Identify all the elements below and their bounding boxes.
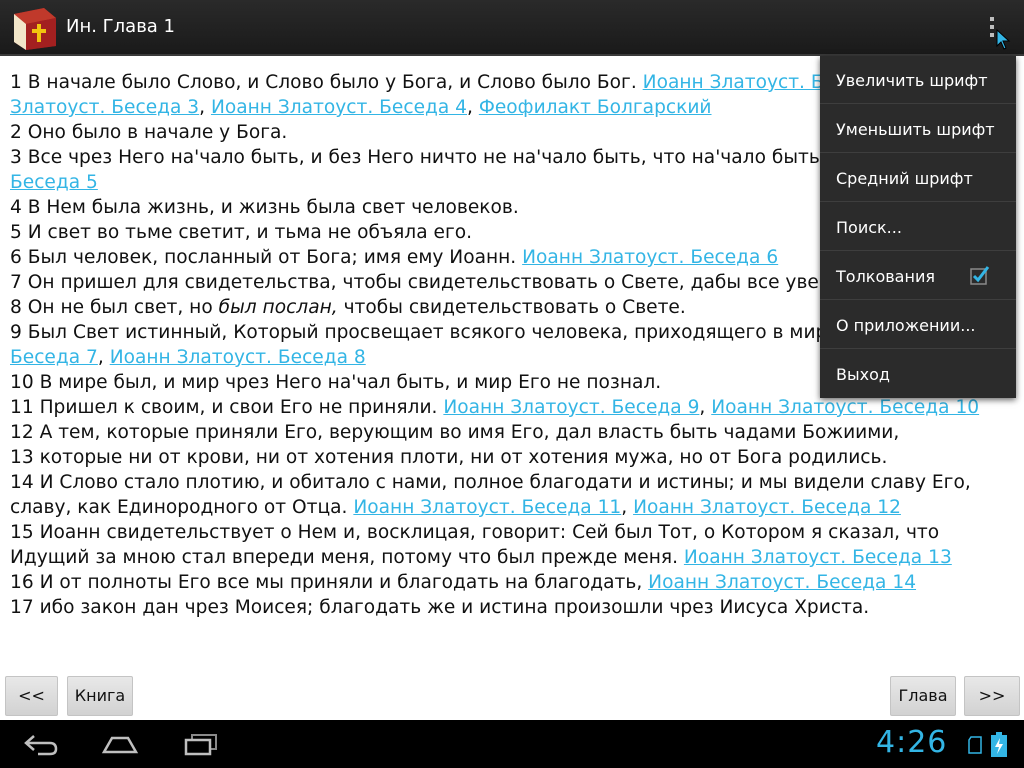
verse-text: 2 Оно было в начале у Бога. — [10, 122, 288, 143]
verse-text: 11 Пришел к своим, и свои Его не приняли… — [10, 397, 444, 418]
recent-apps-icon[interactable] — [182, 732, 220, 756]
menu-item-commentaries[interactable]: Толкования — [820, 252, 1016, 300]
battery-charging-icon — [991, 732, 1007, 757]
app-window: Ин. Глава 1 1 В начале было Слово, и Сло… — [0, 0, 1024, 768]
verse: 13 которые ни от крови, ни от хотения пл… — [10, 445, 1020, 470]
verse-italic-text: был послан, — [218, 297, 338, 318]
bible-book-icon[interactable] — [10, 4, 62, 52]
commentary-link[interactable]: Иоанн Златоуст. Беседа 9 — [443, 397, 699, 418]
verse: 17 ибо закон дан чрез Моисея; благодать … — [10, 595, 1020, 620]
clock: 4:26 — [876, 725, 948, 760]
commentary-link[interactable]: Феофилакт Болгарский — [479, 97, 712, 118]
menu-item-search[interactable]: Поиск... — [820, 203, 1016, 251]
verse: 12 А тем, которые приняли Его, верующим … — [10, 420, 1020, 445]
verse-text: 17 ибо закон дан чрез Моисея; благодать … — [10, 597, 870, 618]
commentary-link[interactable]: Иоанн Златоуст. Беседа 10 — [711, 397, 979, 418]
home-icon[interactable] — [100, 732, 140, 756]
book-button[interactable]: Книга — [67, 676, 133, 716]
menu-item-label: Выход — [836, 365, 890, 384]
checkbox-checked-icon[interactable] — [970, 265, 990, 285]
verse-text: 4 В Нем была жизнь, и жизнь была свет че… — [10, 197, 519, 218]
chapter-button[interactable]: Глава — [890, 676, 956, 716]
bottom-toolbar: << Книга Глава >> — [0, 664, 1024, 720]
verse-text: 10 В мире был, и мир чрез Него на'чал бы… — [10, 372, 662, 393]
commentary-link[interactable]: Иоанн Златоуст. Беседа 12 — [633, 497, 901, 518]
commentary-link[interactable]: Иоанн Златоуст. Беседа 13 — [684, 547, 952, 568]
commentary-link[interactable]: Иоанн Златоуст. Беседа 8 — [110, 347, 366, 368]
verse: 14 И Слово стало плотию, и обитало с нам… — [10, 472, 971, 518]
menu-item-increase-font[interactable]: Увеличить шрифт — [820, 56, 1016, 104]
verse-text: 9 Был Свет истинный, Который просвещает … — [10, 322, 907, 343]
sd-card-icon — [968, 736, 982, 754]
verse-text: 3 Все чрез Него на'чало быть, и без Него… — [10, 147, 832, 168]
commentary-link[interactable]: Иоанн Златоуст. Беседа 11 — [353, 497, 621, 518]
verse-text: 1 В начале было Слово, и Слово было у Бо… — [10, 72, 643, 93]
next-chapter-button[interactable]: >> — [964, 676, 1020, 716]
menu-item-decrease-font[interactable]: Уменьшить шрифт — [820, 105, 1016, 153]
menu-item-about[interactable]: О приложении... — [820, 301, 1016, 349]
verse-text: чтобы свидетельствовать о Свете. — [337, 297, 686, 318]
mouse-cursor-icon — [996, 29, 1011, 50]
verse: 11 Пришел к своим, и свои Его не приняли… — [10, 397, 980, 418]
menu-item-label: Поиск... — [836, 218, 902, 237]
back-icon[interactable] — [22, 732, 60, 756]
overflow-dots-icon — [990, 17, 994, 39]
verse-text: 12 А тем, которые приняли Его, верующим … — [10, 422, 900, 443]
menu-item-label: Средний шрифт — [836, 169, 973, 188]
menu-item-label: Толкования — [836, 267, 935, 286]
menu-item-label: Увеличить шрифт — [836, 71, 988, 90]
menu-item-label: Уменьшить шрифт — [836, 120, 995, 139]
action-bar: Ин. Глава 1 — [0, 0, 1024, 56]
menu-item-medium-font[interactable]: Средний шрифт — [820, 154, 1016, 202]
overflow-menu: Увеличить шрифт Уменьшить шрифт Средний … — [820, 56, 1016, 398]
verse-text: 5 И свет во тьме светит, и тьма не объял… — [10, 222, 472, 243]
verse-text: 6 Был человек, посланный от Бога; имя ем… — [10, 247, 523, 268]
verse: 15 Иоанн свидетельствует о Нем и, воскли… — [10, 520, 1020, 570]
page-title: Ин. Глава 1 — [66, 16, 176, 37]
verse-text: 8 Он не был свет, но — [10, 297, 219, 318]
verse-text: 13 которые ни от крови, ни от хотения пл… — [10, 447, 888, 468]
commentary-link[interactable]: Иоанн Златоуст. Беседа 4 — [211, 97, 467, 118]
commentary-link[interactable]: Иоанн Златоуст. Беседа 14 — [648, 572, 916, 593]
previous-chapter-button[interactable]: << — [5, 676, 58, 716]
system-navigation-bar: 4:26 — [0, 720, 1024, 768]
menu-item-exit[interactable]: Выход — [820, 350, 1016, 398]
menu-item-label: О приложении... — [836, 316, 976, 335]
verse-text: 16 И от полноты Его все мы приняли и бла… — [10, 572, 649, 593]
commentary-link[interactable]: Иоанн Златоуст. Беседа 6 — [522, 247, 778, 268]
verse: 16 И от полноты Его все мы приняли и бла… — [10, 570, 1020, 595]
